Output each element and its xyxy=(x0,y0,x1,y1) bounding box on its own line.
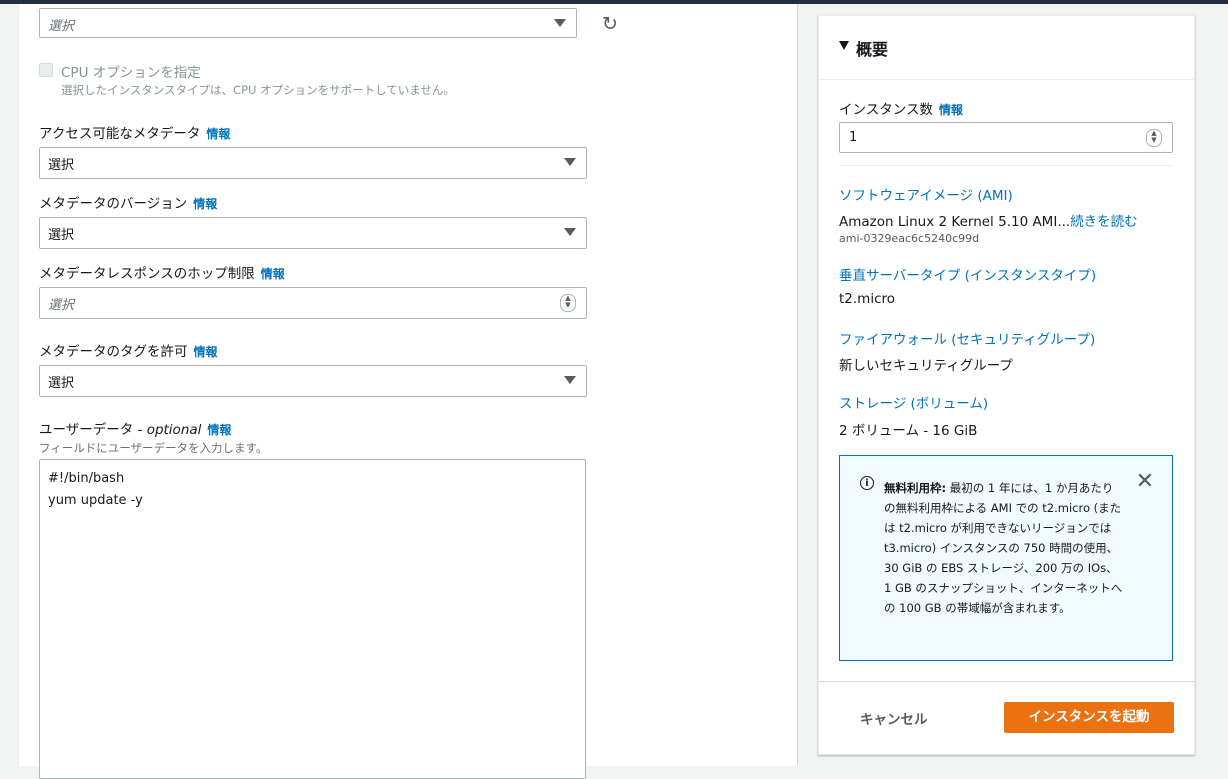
cpu-option-checkbox[interactable] xyxy=(39,63,53,77)
field-label-metadata-tags: メタデータのタグを許可 情報 xyxy=(39,340,218,360)
instance-count-label: インスタンス数 情報 xyxy=(839,98,963,118)
instance-type-value: t2.micro xyxy=(839,291,896,307)
field-label-text: メタデータレスポンスのホップ制限 xyxy=(39,266,255,282)
info-link[interactable]: 情報 xyxy=(194,345,218,359)
close-icon[interactable]: ✕ xyxy=(1136,471,1154,493)
metadata-tags-select[interactable]: 選択 xyxy=(39,365,587,397)
cancel-button[interactable]: キャンセル xyxy=(860,708,928,728)
free-tier-alert: i 無料利用枠: 最初の 1 年には、1 か月あたりの無料利用枠による AMI … xyxy=(839,455,1173,661)
field-label-text: ユーザーデータ xyxy=(39,422,134,438)
info-icon: i xyxy=(860,476,874,490)
hop-limit-input[interactable]: 選択 ▲ ▼ xyxy=(39,287,587,319)
code-line: #!/bin/bash xyxy=(48,471,125,486)
metadata-version-select[interactable]: 選択 xyxy=(39,217,587,249)
chevron-down-icon xyxy=(564,376,576,384)
input-placeholder: 選択 xyxy=(48,298,75,313)
info-link[interactable]: 情報 xyxy=(193,197,217,211)
chevron-down-icon xyxy=(564,158,576,166)
info-link[interactable]: 情報 xyxy=(206,127,230,141)
divider xyxy=(839,165,1173,166)
user-data-hint: フィールドにユーザーデータを入力します。 xyxy=(39,441,268,455)
user-data-textarea[interactable]: #!/bin/bash yum update -y xyxy=(39,459,586,779)
ami-value: Amazon Linux 2 Kernel 5.10 AMI...続きを読む xyxy=(839,210,1138,230)
chevron-down-icon xyxy=(564,228,576,236)
field-label-user-data: ユーザーデータ - optional 情報 xyxy=(39,418,231,438)
footer-divider xyxy=(819,681,1194,682)
chevron-down-icon xyxy=(554,19,566,27)
ami-link[interactable]: ソフトウェアイメージ (AMI) xyxy=(839,184,1013,204)
launch-instance-button[interactable]: インスタンスを起動 xyxy=(1004,702,1174,733)
free-tier-text: 無料利用枠: 最初の 1 年には、1 か月あたりの無料利用枠による AMI での… xyxy=(884,478,1124,618)
top-select[interactable]: 選択 xyxy=(39,8,577,38)
firewall-link[interactable]: ファイアウォール (セキュリティグループ) xyxy=(839,328,1095,348)
top-select-placeholder: 選択 xyxy=(48,19,75,34)
field-label-metadata-version: メタデータのバージョン 情報 xyxy=(39,192,217,212)
select-value: 選択 xyxy=(48,158,75,173)
info-link[interactable]: 情報 xyxy=(261,267,285,281)
stepper-icon[interactable]: ▲ ▼ xyxy=(1146,129,1162,147)
summary-header[interactable]: 概要 xyxy=(819,16,1194,80)
firewall-value: 新しいセキュリティグループ xyxy=(839,358,1013,374)
advanced-details-panel: 選択 ↻ CPU オプションを指定 選択したインスタンスタイプは、CPU オプシ… xyxy=(18,4,798,779)
info-link[interactable]: 情報 xyxy=(207,423,231,437)
storage-value: 2 ボリューム - 16 GiB xyxy=(839,423,978,439)
ami-id: ami-0329eac6c5240c99d xyxy=(839,232,980,245)
field-label-text: アクセス可能なメタデータ xyxy=(39,126,201,142)
metadata-accessible-select[interactable]: 選択 xyxy=(39,147,587,179)
stepper-icon[interactable]: ▲ ▼ xyxy=(560,294,576,312)
select-value: 選択 xyxy=(48,376,75,391)
instance-count-input[interactable]: 1 ▲ ▼ xyxy=(839,122,1173,153)
cpu-option-label: CPU オプションを指定 xyxy=(61,65,201,81)
field-label-text: メタデータのバージョン xyxy=(39,196,188,212)
code-line: yum update -y xyxy=(48,493,143,508)
caret-down-icon xyxy=(839,41,849,50)
cpu-option-description: 選択したインスタンスタイプは、CPU オプションをサポートしていません。 xyxy=(61,83,455,97)
summary-title: 概要 xyxy=(856,40,889,59)
instance-count-value: 1 xyxy=(849,130,858,145)
info-link[interactable]: 情報 xyxy=(939,103,963,117)
optional-tag: - optional xyxy=(133,422,202,438)
storage-link[interactable]: ストレージ (ボリューム) xyxy=(839,392,988,412)
summary-panel: 概要 インスタンス数 情報 1 ▲ ▼ ソフトウェアイメージ (AMI) Amazo… xyxy=(818,15,1195,755)
read-more-link[interactable]: 続きを読む xyxy=(1070,214,1138,230)
refresh-icon[interactable]: ↻ xyxy=(599,13,621,35)
field-label-text: メタデータのタグを許可 xyxy=(39,344,188,360)
select-value: 選択 xyxy=(48,228,75,243)
label-text: インスタンス数 xyxy=(839,102,933,118)
field-label-metadata-accessible: アクセス可能なメタデータ 情報 xyxy=(39,122,230,142)
free-tier-body: 最初の 1 年には、1 か月あたりの無料利用枠による AMI での t2.mic… xyxy=(884,481,1123,615)
field-label-hop-limit: メタデータレスポンスのホップ制限 情報 xyxy=(39,262,285,282)
ami-name: Amazon Linux 2 Kernel 5.10 AMI... xyxy=(839,214,1071,230)
instance-type-link[interactable]: 垂直サーバータイプ (インスタンスタイプ) xyxy=(839,264,1096,284)
free-tier-title: 無料利用枠: xyxy=(884,481,947,495)
